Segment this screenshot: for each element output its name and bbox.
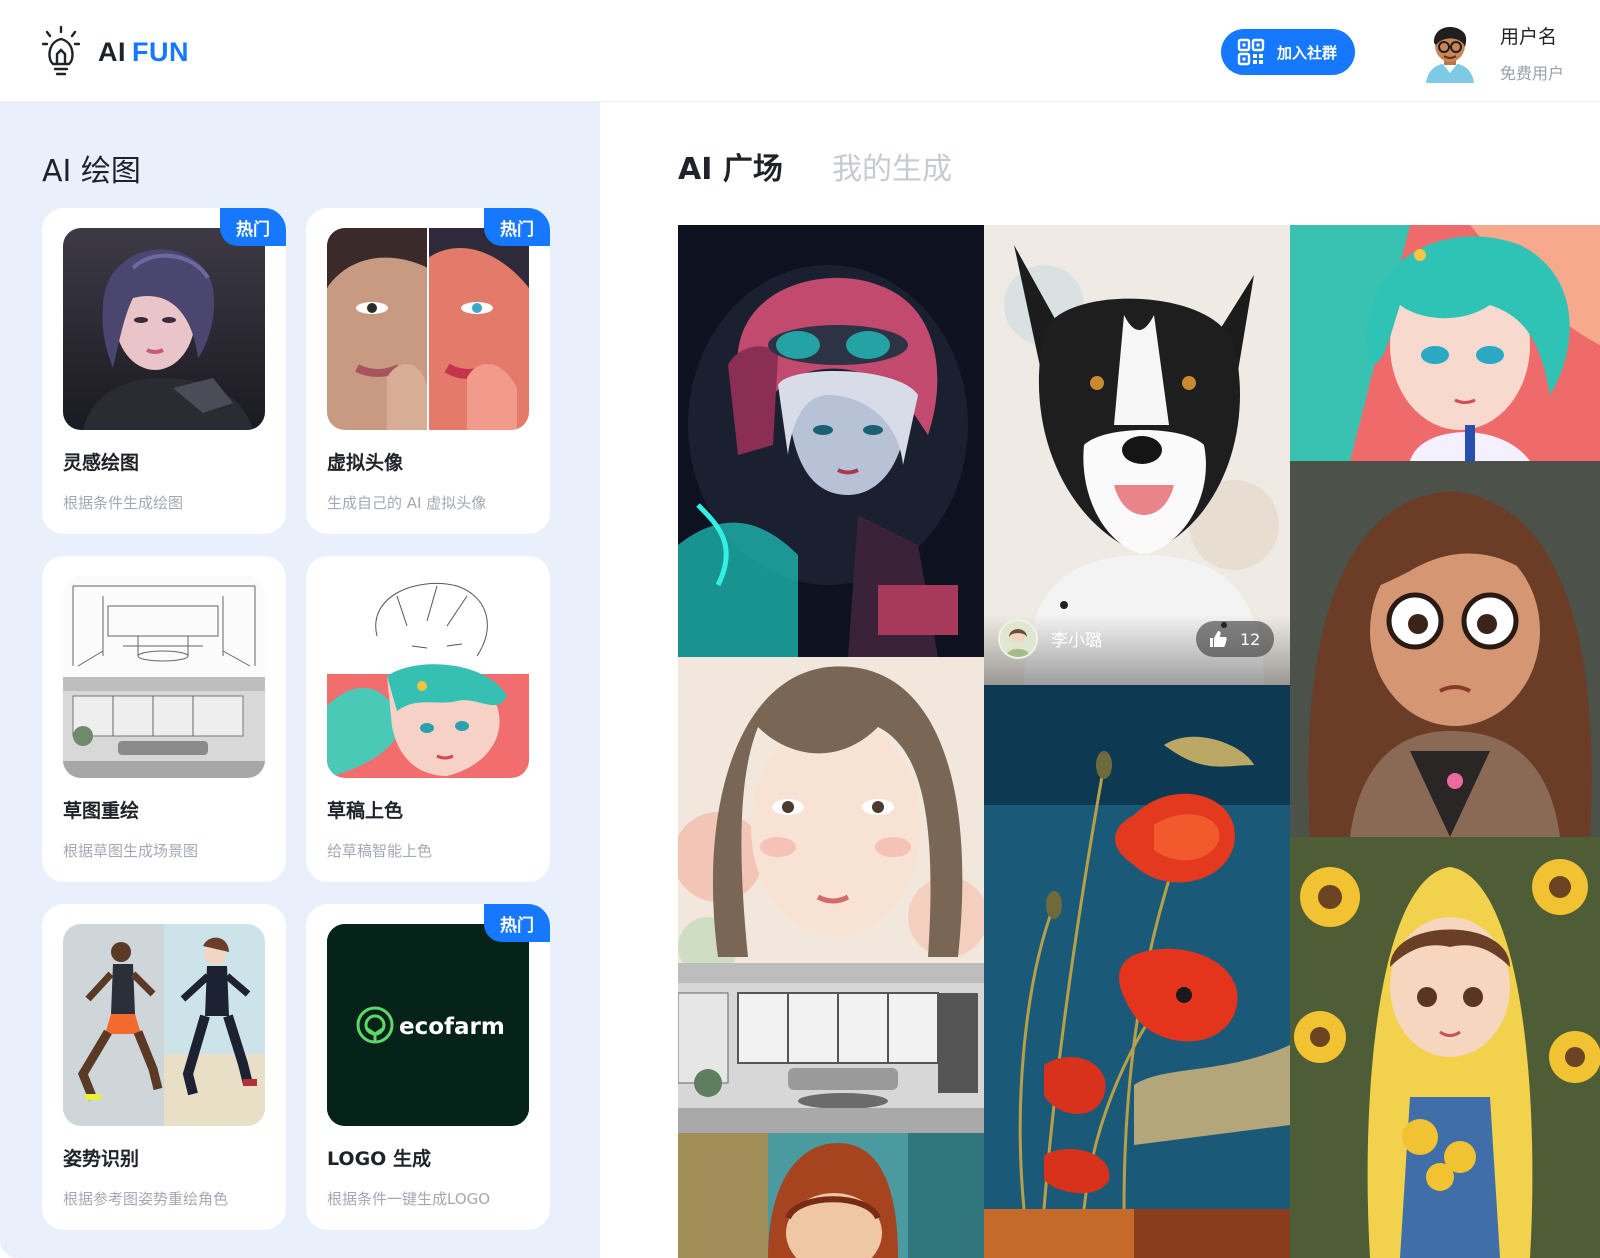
author-avatar[interactable]	[998, 619, 1038, 659]
join-community-button[interactable]: 加入社群	[1221, 29, 1355, 75]
gallery-item[interactable]	[678, 225, 984, 657]
card-virtual-avatar[interactable]: 热门 虚拟头像 生成自己的 AI 虚拟头像	[306, 208, 550, 534]
card-title: LOGO 生成	[327, 1148, 431, 1170]
avatar[interactable]	[1424, 23, 1476, 83]
sketch-redraw-thumbnail	[63, 576, 265, 778]
gallery-item[interactable]	[678, 963, 984, 1133]
gallery-item[interactable]	[1290, 225, 1600, 461]
pose-recognition-thumbnail	[63, 924, 265, 1126]
gallery-item-featured[interactable]	[984, 225, 1290, 685]
card-title: 草图重绘	[63, 800, 140, 822]
gallery-item[interactable]	[984, 685, 1290, 1209]
top-bar: AI FUN 加入社群 用户名 免费用户	[0, 0, 1600, 102]
card-sketch-redraw[interactable]: 草图重绘 根据草图生成场景图	[42, 556, 286, 882]
logo-generation-thumbnail: ecofarm	[327, 924, 529, 1126]
card-title: 草稿上色	[327, 800, 404, 822]
gallery-item[interactable]	[1290, 837, 1600, 1258]
virtual-avatar-thumbnail	[327, 228, 529, 430]
like-button[interactable]: 12	[1196, 621, 1274, 657]
author-name: 李小璐	[1051, 631, 1102, 651]
logo-text: AI FUN	[98, 37, 189, 68]
ai-drawing-panel: AI 绘图 热门 灵感绘图 根据条件生成绘图 热门 虚拟头像 生成自己的 AI …	[0, 102, 600, 1258]
user-plan: 免费用户	[1500, 64, 1565, 83]
lightbulb-icon	[42, 26, 80, 76]
draft-coloring-thumbnail	[327, 576, 529, 778]
like-count: 12	[1240, 629, 1261, 649]
card-desc: 根据条件生成绘图	[63, 494, 184, 512]
card-title: 姿势识别	[63, 1148, 140, 1170]
card-pose-recognition[interactable]: 姿势识别 根据参考图姿势重绘角色	[42, 904, 286, 1230]
card-desc: 根据草图生成场景图	[63, 842, 199, 860]
gallery-item[interactable]	[678, 1133, 984, 1258]
gallery-item[interactable]	[984, 1209, 1290, 1258]
panel-title: AI 绘图	[42, 154, 141, 189]
card-desc: 给草稿智能上色	[327, 842, 433, 860]
hot-badge: 热门	[484, 904, 550, 942]
qrcode-icon	[1237, 38, 1265, 66]
card-draft-coloring[interactable]: 草稿上色 给草稿智能上色	[306, 556, 550, 882]
card-desc: 根据参考图姿势重绘角色	[63, 1190, 229, 1208]
join-community-label: 加入社群	[1277, 43, 1338, 62]
user-name: 用户名	[1500, 26, 1558, 48]
tab-ai-plaza[interactable]: AI 广场	[678, 144, 783, 188]
card-title: 灵感绘图	[63, 452, 140, 474]
ecofarm-logo-text: ecofarm	[399, 1014, 505, 1040]
gallery-grid: 李小璐 12	[678, 225, 1600, 1258]
hot-badge: 热门	[484, 208, 550, 246]
gallery-item[interactable]	[1290, 461, 1600, 837]
logo-fun: FUN	[132, 36, 189, 67]
tab-my-generations[interactable]: 我的生成	[832, 144, 952, 188]
card-logo-generation[interactable]: ecofarm 热门 LOGO 生成 根据条件一键生成LOGO	[306, 904, 550, 1230]
gallery-item[interactable]	[678, 657, 984, 963]
thumbs-up-icon	[1210, 631, 1227, 647]
card-desc: 根据条件一键生成LOGO	[327, 1190, 491, 1208]
inspiration-thumbnail	[63, 228, 265, 430]
logo-ai: AI	[98, 36, 126, 67]
hot-badge: 热门	[220, 208, 286, 246]
logo[interactable]: AI FUN	[42, 26, 189, 78]
card-inspiration-drawing[interactable]: 热门 灵感绘图 根据条件生成绘图	[42, 208, 286, 534]
card-desc: 生成自己的 AI 虚拟头像	[327, 494, 487, 512]
card-title: 虚拟头像	[327, 452, 404, 474]
